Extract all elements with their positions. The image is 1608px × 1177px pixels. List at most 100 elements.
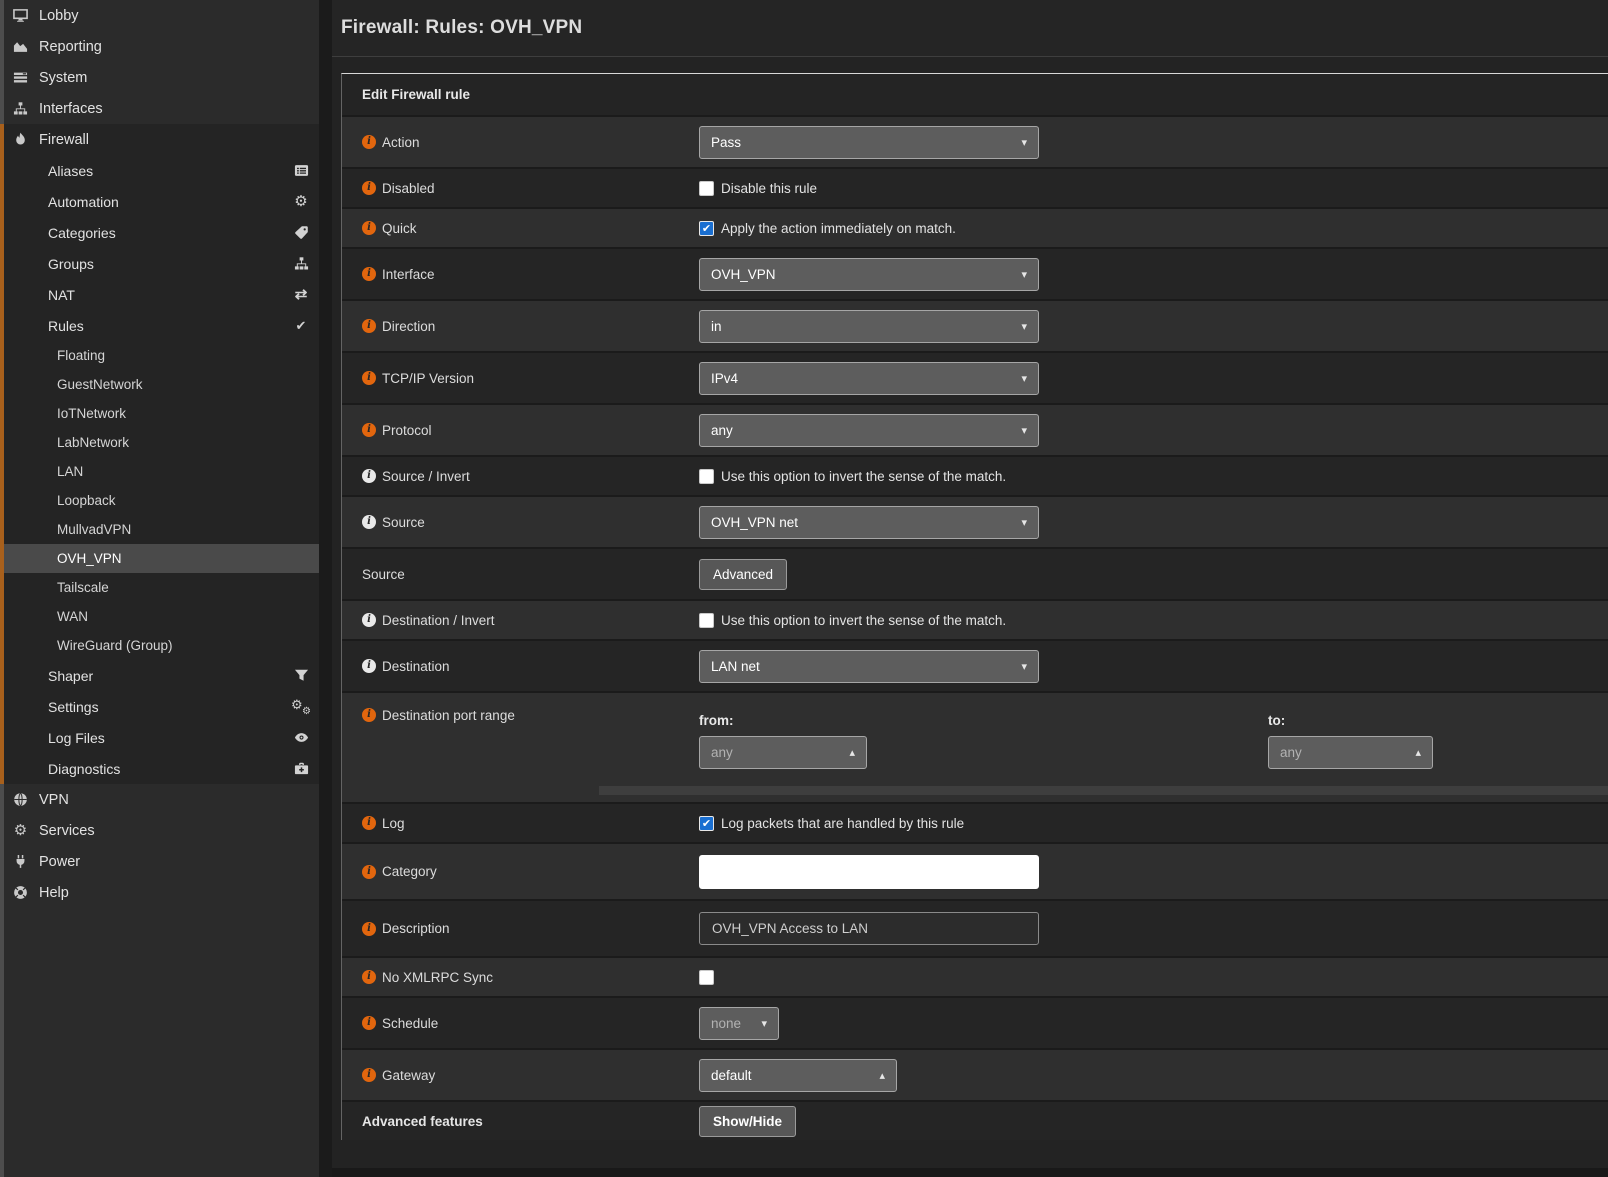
sidebar-item-lobby[interactable]: Lobby	[0, 0, 319, 31]
sidebar-item-loopback[interactable]: Loopback	[0, 486, 319, 515]
info-icon[interactable]: i	[362, 922, 376, 936]
destination-invert-checkbox[interactable]	[699, 613, 714, 628]
sidebar-item-log-files[interactable]: Log Files	[0, 722, 319, 753]
source-invert-checkbox[interactable]	[699, 469, 714, 484]
sidebar-item-guestnetwork[interactable]: GuestNetwork	[0, 370, 319, 399]
info-icon[interactable]: i	[362, 1016, 376, 1030]
destination-select[interactable]: LAN net▾	[699, 650, 1039, 683]
direction-select[interactable]: in▾	[699, 310, 1039, 343]
sidebar-item-system[interactable]: System	[0, 62, 319, 93]
port-from-select-value: any	[711, 745, 733, 760]
field-label-description: iDescription	[342, 901, 699, 956]
info-icon[interactable]: i	[362, 515, 376, 529]
field-value-source: Advanced	[699, 549, 1608, 599]
form-row-direction: iDirectionin▾	[342, 299, 1608, 351]
medkit-icon	[292, 761, 310, 777]
sidebar-item-categories[interactable]: Categories	[0, 217, 319, 248]
sidebar-item-label: NAT	[48, 287, 75, 303]
info-icon[interactable]: i	[362, 659, 376, 673]
disabled-checkbox-label: Disable this rule	[721, 181, 817, 196]
info-icon[interactable]: i	[362, 865, 376, 879]
sidebar-item-tailscale[interactable]: Tailscale	[0, 573, 319, 602]
quick-checkbox[interactable]: ✔	[699, 221, 714, 236]
gateway-select[interactable]: default▴	[699, 1059, 897, 1092]
field-value-destination-invert: Use this option to invert the sense of t…	[699, 601, 1608, 639]
sidebar-item-iotnetwork[interactable]: IoTNetwork	[0, 399, 319, 428]
sidebar-item-interfaces[interactable]: Interfaces	[0, 93, 319, 124]
log-checkbox-group: ✔Log packets that are handled by this ru…	[699, 816, 964, 831]
no-xmlrpc-sync-checkbox[interactable]	[699, 970, 714, 985]
tcp-ip-version-select[interactable]: IPv4▾	[699, 362, 1039, 395]
field-label-text: Protocol	[382, 423, 432, 438]
field-label-text: Destination / Invert	[382, 613, 495, 628]
sidebar-item-power[interactable]: Power	[0, 846, 319, 877]
sidebar-item-wan[interactable]: WAN	[0, 602, 319, 631]
field-label-text: Disabled	[382, 181, 435, 196]
info-icon[interactable]: i	[362, 221, 376, 235]
info-icon[interactable]: i	[362, 371, 376, 385]
sidebar-top-items: Lobby Reporting SystemInterfaces	[0, 0, 319, 124]
page-title: Firewall: Rules: OVH_VPN	[341, 17, 582, 39]
field-value-advanced-features: Show/Hide	[699, 1102, 1608, 1140]
sidebar-item-diagnostics[interactable]: Diagnostics	[0, 753, 319, 784]
sidebar-item-wireguard-group[interactable]: WireGuard (Group)	[0, 631, 319, 660]
quick-checkbox-label: Apply the action immediately on match.	[721, 221, 956, 236]
port-range-scrollbar[interactable]	[599, 786, 1608, 795]
tag-icon	[292, 225, 310, 241]
sidebar-item-ovh-vpn[interactable]: OVH_VPN	[0, 544, 319, 573]
info-icon[interactable]: i	[362, 613, 376, 627]
sidebar-item-mullvadvpn[interactable]: MullvadVPN	[0, 515, 319, 544]
info-icon[interactable]: i	[362, 319, 376, 333]
port-to-select[interactable]: any▴	[1268, 736, 1433, 769]
source-select[interactable]: OVH_VPN net▾	[699, 506, 1039, 539]
sidebar-item-aliases[interactable]: Aliases	[0, 155, 319, 186]
schedule-select[interactable]: none▾	[699, 1007, 779, 1040]
info-icon[interactable]: i	[362, 423, 376, 437]
info-icon[interactable]: i	[362, 135, 376, 149]
advanced-features-button[interactable]: Show/Hide	[699, 1106, 796, 1137]
sidebar-item-groups[interactable]: Groups	[0, 248, 319, 279]
info-icon[interactable]: i	[362, 816, 376, 830]
log-checkbox[interactable]: ✔	[699, 816, 714, 831]
info-icon[interactable]: i	[362, 970, 376, 984]
source-button[interactable]: Advanced	[699, 559, 787, 590]
sidebar-item-label: WAN	[57, 609, 88, 624]
port-from-select[interactable]: any ▴	[699, 736, 867, 769]
sidebar-item-shaper[interactable]: Shaper	[0, 660, 319, 691]
action-select[interactable]: Pass▾	[699, 126, 1039, 159]
port-to-label: to:	[1268, 713, 1433, 728]
sidebar-item-vpn[interactable]: VPN	[0, 784, 319, 815]
sidebar-item-reporting[interactable]: Reporting	[0, 31, 319, 62]
interface-select[interactable]: OVH_VPN▾	[699, 258, 1039, 291]
protocol-select[interactable]: any▾	[699, 414, 1039, 447]
form-row-category: iCategory	[342, 842, 1608, 899]
info-icon[interactable]: i	[362, 708, 376, 722]
description-input[interactable]: OVH_VPN Access to LAN	[699, 912, 1039, 945]
disabled-checkbox[interactable]	[699, 181, 714, 196]
sidebar-item-label: Power	[39, 854, 80, 870]
sidebar-item-settings[interactable]: Settings⚙⚙	[0, 691, 319, 722]
sidebar-item-labnetwork[interactable]: LabNetwork	[0, 428, 319, 457]
sidebar-item-label: Reporting	[39, 39, 102, 55]
sidebar-item-lan[interactable]: LAN	[0, 457, 319, 486]
sidebar-item-automation[interactable]: Automation⚙	[0, 186, 319, 217]
category-input[interactable]	[699, 855, 1039, 889]
sidebar-item-label: Services	[39, 823, 95, 839]
info-icon[interactable]: i	[362, 181, 376, 195]
sidebar-item-help[interactable]: Help	[0, 877, 319, 908]
list-alt-icon	[292, 163, 310, 179]
sidebar-item-floating[interactable]: Floating	[0, 341, 319, 370]
caret-up-icon: ▴	[849, 746, 855, 759]
caret-down-icon: ▾	[1021, 372, 1027, 385]
info-icon[interactable]: i	[362, 469, 376, 483]
field-value-no-xmlrpc-sync	[699, 958, 1608, 996]
form-row-interface: iInterfaceOVH_VPN▾	[342, 247, 1608, 299]
info-icon[interactable]: i	[362, 267, 376, 281]
sidebar-item-services[interactable]: ⚙Services	[0, 815, 319, 846]
sidebar-item-nat[interactable]: NAT⇄	[0, 279, 319, 310]
info-icon[interactable]: i	[362, 1068, 376, 1082]
form-row-schedule: iSchedulenone▾	[342, 996, 1608, 1048]
sidebar-item-rules[interactable]: Rules✔	[0, 310, 319, 341]
sidebar-item-firewall[interactable]: Firewall	[0, 124, 319, 155]
field-label-source: Source	[342, 549, 699, 599]
